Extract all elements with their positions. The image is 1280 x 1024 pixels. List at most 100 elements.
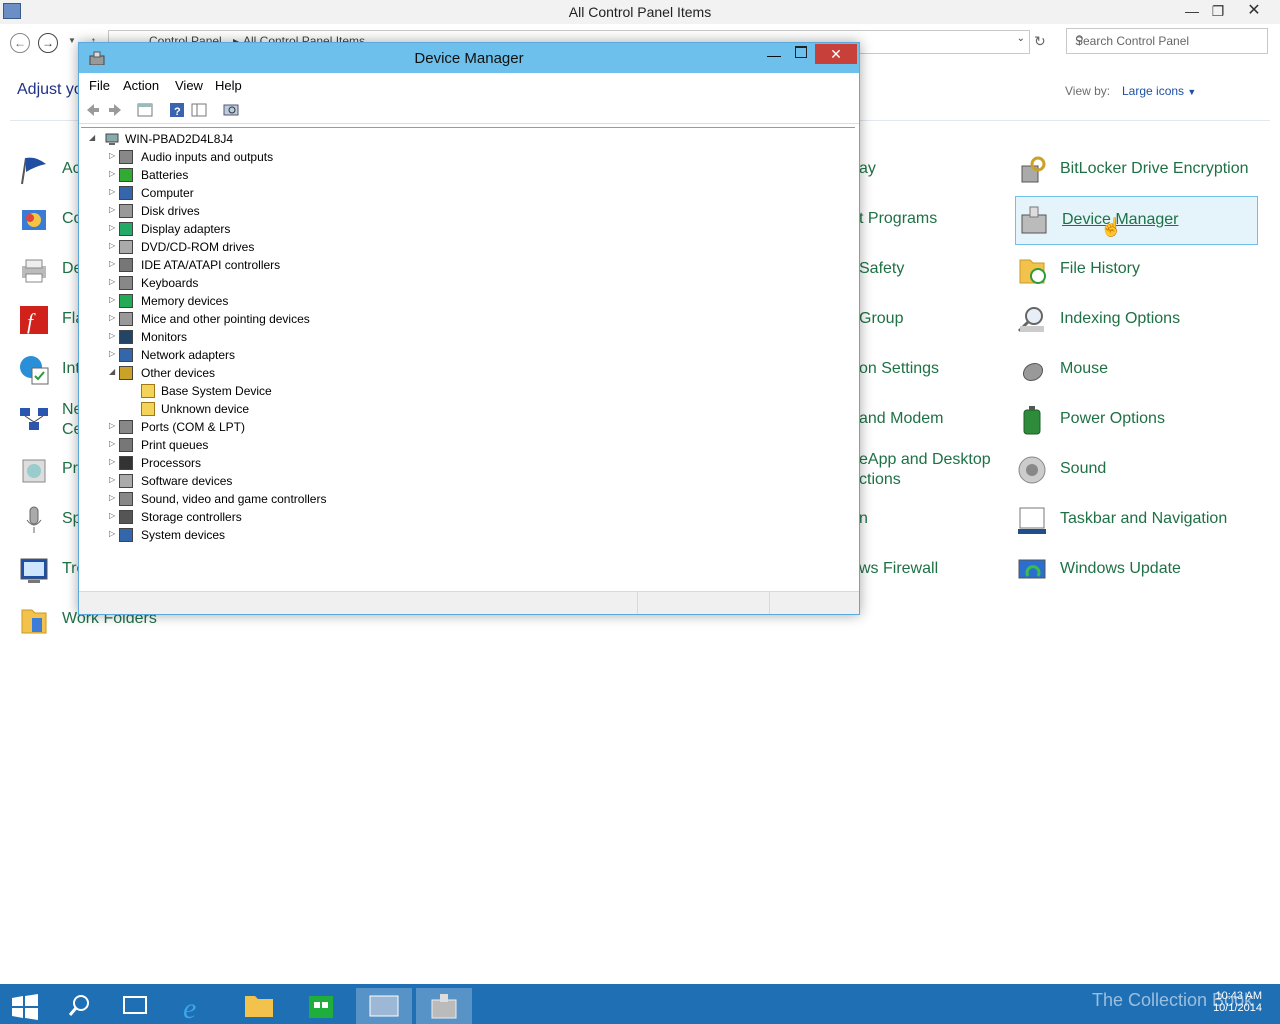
tree-category-label: Print queues <box>141 438 209 452</box>
expand-arrow-icon[interactable]: ▷ <box>109 349 115 358</box>
cp-item-troubleshooting[interactable]: Tro <box>18 550 85 590</box>
device-manager-taskbar-icon[interactable] <box>416 988 472 1024</box>
tree-category-label: Batteries <box>141 168 189 182</box>
expand-arrow-icon[interactable]: ▷ <box>109 169 115 178</box>
tree-category-label: Mice and other pointing devices <box>141 312 310 326</box>
view-by-dropdown[interactable]: Large icons ▼ <box>1122 84 1196 98</box>
expand-arrow-icon[interactable]: ▷ <box>109 475 115 484</box>
cp-item-flash-player[interactable]: f Fla <box>18 300 84 340</box>
display-adapter-icon <box>119 222 133 236</box>
expand-arrow-icon[interactable]: ▷ <box>109 295 115 304</box>
view-icon[interactable] <box>191 102 207 118</box>
internet-explorer-icon[interactable]: e <box>170 988 224 1024</box>
cp-item-internet-options[interactable]: Int <box>18 350 80 390</box>
menu-view[interactable]: View <box>175 78 203 93</box>
cp-item-speech-recognition[interactable]: Sp <box>18 500 82 540</box>
search-icon[interactable] <box>54 988 104 1024</box>
task-view-icon[interactable] <box>110 988 160 1024</box>
address-dropdown-icon[interactable]: ⌄ <box>1017 33 1025 44</box>
cp-item-device-manager[interactable]: Device Manager ☝ <box>1015 196 1258 245</box>
flash-player-icon: f <box>20 306 48 334</box>
recent-locations-icon[interactable]: ▼ <box>68 36 76 45</box>
processor-icon <box>119 456 133 470</box>
search-icon[interactable]: ⚲ <box>1075 33 1259 47</box>
cp-item-label: Indexing Options <box>1060 310 1181 327</box>
dm-minimize-button[interactable]: — <box>767 47 781 63</box>
cp-item-label: t Programs <box>859 210 938 227</box>
expand-arrow-icon[interactable]: ▷ <box>109 457 115 466</box>
expand-arrow-icon[interactable]: ▷ <box>109 313 115 322</box>
cp-item-sound[interactable]: Sound <box>1016 450 1258 490</box>
menu-help[interactable]: Help <box>215 78 242 93</box>
troubleshooting-icon <box>20 558 48 583</box>
dm-close-button[interactable]: ✕ <box>815 44 857 64</box>
collapse-arrow-icon[interactable]: ◢ <box>109 367 115 376</box>
svg-text:e: e <box>183 992 196 1024</box>
cp-item-label: eApp and Desktop ctions <box>859 451 991 488</box>
collapse-arrow-icon[interactable]: ◢ <box>89 133 95 142</box>
expand-arrow-icon[interactable]: ▷ <box>109 277 115 286</box>
cp-item-network-and-sharing-center[interactable]: Ne Ce <box>18 400 82 444</box>
expand-arrow-icon[interactable]: ▷ <box>109 331 115 340</box>
cp-item-mouse[interactable]: Mouse <box>1016 350 1258 390</box>
expand-arrow-icon[interactable]: ▷ <box>109 241 115 250</box>
cp-item-taskbar-navigation[interactable]: Taskbar and Navigation <box>1016 500 1258 540</box>
cp-item-devices-and-printers[interactable]: De <box>18 250 82 290</box>
device-manager-titlebar[interactable]: Device Manager — ✕ <box>79 43 859 73</box>
store-icon[interactable] <box>294 988 348 1024</box>
cp-item-label: and Modem <box>859 410 944 427</box>
window-title: All Control Panel Items <box>568 4 712 20</box>
expand-arrow-icon[interactable]: ▷ <box>109 259 115 268</box>
cp-item-windows-update[interactable]: Windows Update <box>1016 550 1258 590</box>
speaker-icon <box>1018 456 1046 484</box>
scan-hardware-icon[interactable] <box>223 102 239 118</box>
properties-icon[interactable] <box>137 102 153 118</box>
cp-item-color-management[interactable]: Co <box>18 200 82 240</box>
expand-arrow-icon[interactable]: ▷ <box>109 223 115 232</box>
control-panel-taskbar-icon[interactable] <box>356 988 412 1024</box>
tree-device-label: Unknown device <box>161 402 250 416</box>
help-icon[interactable]: ? <box>169 102 185 118</box>
tree-category-label: IDE ATA/ATAPI controllers <box>141 258 281 272</box>
dm-maximize-button[interactable] <box>795 46 807 58</box>
back-button[interactable]: ← <box>10 33 30 53</box>
printer-icon <box>119 438 133 452</box>
cp-item-power-options[interactable]: Power Options <box>1016 400 1258 440</box>
computer-icon <box>105 133 119 145</box>
forward-button[interactable]: → <box>38 33 58 53</box>
cp-item-bitlocker[interactable]: BitLocker Drive Encryption <box>1016 150 1258 190</box>
maximize-button[interactable]: ❐ <box>1204 0 1232 22</box>
forward-arrow-icon[interactable] <box>107 102 123 118</box>
cp-item-indexing-options[interactable]: Indexing Options <box>1016 300 1258 340</box>
cp-item-action-center[interactable]: Ac <box>18 150 81 190</box>
expand-arrow-icon[interactable]: ▷ <box>109 421 115 430</box>
file-explorer-icon[interactable] <box>232 988 286 1024</box>
start-button-icon[interactable] <box>0 988 50 1024</box>
close-button[interactable]: ✕ <box>1240 0 1268 22</box>
menu-action[interactable]: Action <box>123 78 159 93</box>
expand-arrow-icon[interactable]: ▷ <box>109 151 115 160</box>
menu-file[interactable]: File <box>89 78 110 93</box>
clock[interactable]: 10:43 AM 10/1/2014 <box>1213 990 1262 1014</box>
refresh-icon[interactable]: ↻ <box>1034 33 1046 50</box>
cp-item-label: BitLocker Drive Encryption <box>1060 160 1249 177</box>
cp-item-file-history[interactable]: File History <box>1016 250 1258 290</box>
windows-update-icon <box>1018 559 1046 579</box>
expand-arrow-icon[interactable]: ▷ <box>109 529 115 538</box>
cp-item-label: Pr <box>62 460 78 477</box>
expand-arrow-icon[interactable]: ▷ <box>109 439 115 448</box>
search-input[interactable]: Search Control Panel ⚲ <box>1066 28 1268 54</box>
tree-category-label: Other devices <box>141 366 216 380</box>
system-icon <box>119 528 133 542</box>
minimize-button[interactable]: — <box>1178 0 1206 22</box>
tree-category-label: Processors <box>141 456 202 470</box>
work-folders-icon <box>21 609 47 634</box>
expand-arrow-icon[interactable]: ▷ <box>109 493 115 502</box>
back-arrow-icon[interactable] <box>85 102 101 118</box>
control-panel-titlebar: All Control Panel Items — ❐ ✕ <box>0 0 1280 24</box>
cp-item-label: ws Firewall <box>859 560 939 577</box>
cp-item-programs-and-features[interactable]: Pr <box>18 450 78 490</box>
expand-arrow-icon[interactable]: ▷ <box>109 187 115 196</box>
expand-arrow-icon[interactable]: ▷ <box>109 205 115 214</box>
expand-arrow-icon[interactable]: ▷ <box>109 511 115 520</box>
